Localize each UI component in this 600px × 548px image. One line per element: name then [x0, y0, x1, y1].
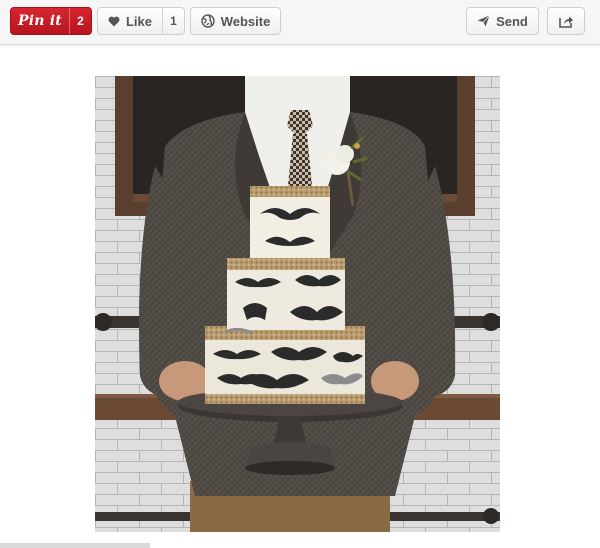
- pin-image-illustration: [95, 76, 500, 532]
- website-button[interactable]: Website: [190, 7, 281, 35]
- like-button[interactable]: Like 1: [97, 7, 185, 35]
- heart-icon: [108, 16, 120, 27]
- share-box-icon: [558, 15, 574, 28]
- pin-image[interactable]: [95, 76, 500, 532]
- scrollbar-thumb[interactable]: [0, 543, 150, 548]
- paper-plane-icon: [477, 15, 490, 27]
- pin-toolbar: Pin it 2 Like 1 Website Send: [0, 0, 600, 45]
- pin-count: 2: [69, 8, 91, 34]
- like-count: 1: [162, 8, 184, 34]
- pin-it-button[interactable]: Pin it 2: [10, 7, 92, 35]
- pin-it-label: Pin it: [18, 13, 62, 29]
- share-button[interactable]: [547, 7, 585, 35]
- globe-icon: [200, 14, 215, 28]
- like-label-group: Like: [98, 8, 162, 34]
- website-label: Website: [220, 13, 271, 29]
- send-label: Send: [496, 13, 528, 29]
- like-label: Like: [125, 13, 152, 29]
- send-button[interactable]: Send: [466, 7, 539, 35]
